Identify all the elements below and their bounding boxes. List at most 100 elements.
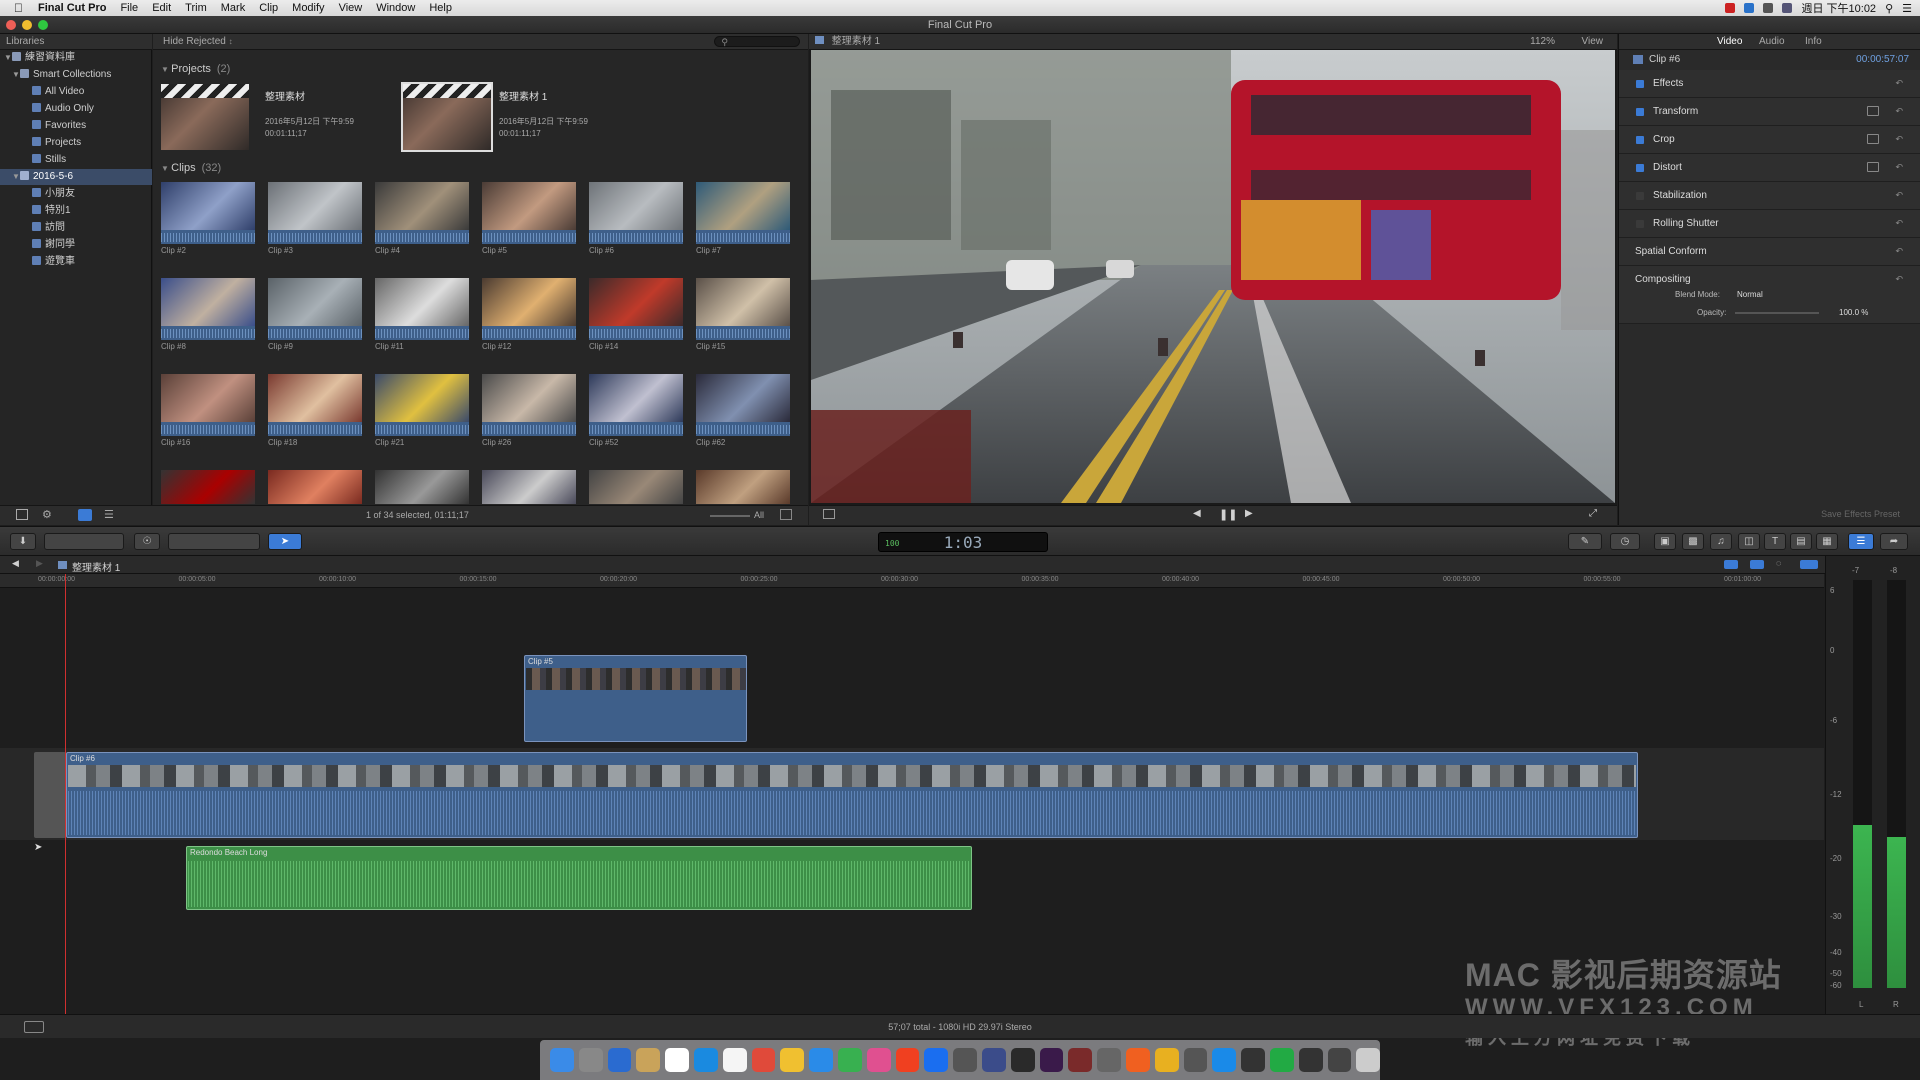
- sidebar-item-favorites[interactable]: Favorites: [32, 118, 86, 134]
- tray-app-icon[interactable]: [1744, 3, 1755, 13]
- previous-frame-icon[interactable]: ◀: [1193, 508, 1201, 519]
- clip-thumbnail[interactable]: [268, 470, 362, 504]
- clip-item[interactable]: Clip #7: [696, 182, 790, 258]
- video-frame[interactable]: [811, 50, 1615, 503]
- dashboard-timecode[interactable]: 100 1:03: [878, 532, 1048, 552]
- dock-app-icon[interactable]: [866, 1048, 891, 1072]
- distort-checkbox[interactable]: [1636, 164, 1644, 172]
- tab-video[interactable]: Video: [1717, 34, 1742, 50]
- keyword-rating-buttons[interactable]: [44, 533, 124, 550]
- dock-app-icon[interactable]: [981, 1048, 1006, 1072]
- tab-info[interactable]: Info: [1805, 34, 1822, 50]
- sidebar-item-event-2016-5-6[interactable]: ▼ 2016-5-6: [0, 169, 152, 185]
- tray-flag-icon[interactable]: [1782, 3, 1793, 13]
- opacity-slider[interactable]: [1735, 312, 1819, 314]
- chevron-updown-icon[interactable]: ↕: [229, 37, 233, 46]
- project-card[interactable]: 整理素材 2016年5月12日 下午9:59 00:01:11;17: [161, 84, 361, 150]
- inspector-toggle-icon[interactable]: ☰: [1848, 533, 1874, 550]
- clip-thumbnail[interactable]: [161, 278, 255, 326]
- clip-item[interactable]: Clip #3: [268, 182, 362, 258]
- viewer-options-icon[interactable]: [823, 509, 835, 519]
- generators-browser-icon[interactable]: ▤: [1790, 533, 1812, 550]
- clip-thumbnail[interactable]: [696, 470, 790, 504]
- dock-app-icon[interactable]: [924, 1048, 949, 1072]
- pause-icon[interactable]: ❚❚: [1219, 508, 1237, 521]
- inspector-row-compositing[interactable]: Compositing ↶ Blend Mode: Normal Opacity:…: [1619, 266, 1920, 324]
- menubar-clock[interactable]: 週日 下午10:02: [1801, 0, 1876, 16]
- dock-app-icon[interactable]: [1010, 1048, 1035, 1072]
- gear-icon[interactable]: ⚙: [42, 508, 52, 521]
- app-menu[interactable]: Final Cut Pro: [38, 2, 106, 14]
- clip-thumbnail[interactable]: [589, 374, 683, 422]
- sidebar-item-keyword[interactable]: 遊覽車: [32, 254, 75, 270]
- clip-thumbnail[interactable]: [696, 182, 790, 230]
- inspector-row-spatial-conform[interactable]: Spatial Conform ↶: [1619, 238, 1920, 266]
- apple-menu-icon[interactable]: : [14, 1, 28, 15]
- clip-thumbnail[interactable]: [696, 374, 790, 422]
- library-root[interactable]: ▼ 練習資料庫: [4, 50, 152, 66]
- back-arrow-icon[interactable]: ◀: [12, 558, 19, 569]
- dock-app-icon[interactable]: [607, 1048, 632, 1072]
- music-browser-icon[interactable]: ♫: [1710, 533, 1732, 550]
- reset-icon[interactable]: ↶: [1895, 190, 1903, 201]
- dock-app-icon[interactable]: [1241, 1048, 1265, 1072]
- disclosure-icon[interactable]: ▼: [161, 164, 171, 173]
- inspector-row-effects[interactable]: Effects ↶: [1619, 70, 1920, 98]
- effects-browser-icon[interactable]: ▣: [1654, 533, 1676, 550]
- titles-browser-icon[interactable]: T: [1764, 533, 1786, 550]
- filmstrip-view-icon[interactable]: [78, 509, 92, 521]
- crop-onscreen-icon[interactable]: [1867, 134, 1879, 144]
- clip-thumbnail[interactable]: [268, 182, 362, 230]
- project-thumbnail[interactable]: [401, 82, 493, 152]
- menu-trim[interactable]: Trim: [185, 2, 207, 14]
- disclosure-icon[interactable]: ▼: [4, 50, 12, 66]
- clip-item[interactable]: Clip #26: [482, 374, 576, 450]
- view-menu[interactable]: View: [1582, 34, 1604, 50]
- dock-app-icon[interactable]: [550, 1048, 574, 1072]
- reset-icon[interactable]: ↶: [1895, 274, 1903, 285]
- edit-buttons[interactable]: [168, 533, 260, 550]
- tray-record-icon[interactable]: [1725, 3, 1736, 13]
- sidebar-item-keyword[interactable]: 特別1: [32, 203, 71, 219]
- select-tool-icon[interactable]: ➤: [268, 533, 302, 550]
- stabilization-checkbox[interactable]: [1636, 192, 1644, 200]
- sidebar-item-all-video[interactable]: All Video: [32, 84, 84, 100]
- solo-icon[interactable]: [1750, 560, 1764, 569]
- dock-app-icon[interactable]: [722, 1048, 747, 1072]
- reset-icon[interactable]: ↶: [1895, 134, 1903, 145]
- hide-rejected-dropdown[interactable]: Hide Rejected: [163, 36, 226, 47]
- inspector-row-distort[interactable]: Distort ↶: [1619, 154, 1920, 182]
- clip-item[interactable]: Clip #12: [482, 278, 576, 354]
- dock-app-icon[interactable]: [953, 1048, 977, 1072]
- clip-thumbnail[interactable]: [268, 374, 362, 422]
- rolling-shutter-checkbox[interactable]: [1636, 220, 1644, 228]
- playhead[interactable]: [65, 574, 66, 1014]
- next-frame-icon[interactable]: ▶: [1245, 508, 1253, 519]
- timeline-zoom-slider[interactable]: [1800, 560, 1818, 569]
- menu-window[interactable]: Window: [376, 2, 415, 14]
- dock-app-icon[interactable]: [1269, 1048, 1294, 1072]
- clip-item[interactable]: Clip #2: [161, 182, 255, 258]
- effects-checkbox[interactable]: [1636, 80, 1644, 88]
- project-thumbnail[interactable]: [161, 84, 249, 150]
- zoom-dropdown[interactable]: 112%: [1530, 34, 1555, 50]
- clip-thumbnail[interactable]: [375, 182, 469, 230]
- tab-audio[interactable]: Audio: [1759, 34, 1785, 50]
- clip-item[interactable]: Clip #5: [482, 182, 576, 258]
- audio-skim-icon[interactable]: [1724, 560, 1738, 569]
- sidebar-item-keyword[interactable]: 小朋友: [32, 186, 75, 202]
- menu-mark[interactable]: Mark: [221, 2, 245, 14]
- sidebar-item-keyword[interactable]: 謝同學: [32, 237, 75, 253]
- clip-thumbnail[interactable]: [375, 470, 469, 504]
- clip-item[interactable]: Clip #4: [375, 182, 469, 258]
- dock-app-icon[interactable]: [1068, 1048, 1093, 1072]
- tray-wifi-icon[interactable]: [1763, 3, 1774, 13]
- dock-app-icon[interactable]: [837, 1048, 862, 1072]
- clip-item[interactable]: Clip #6: [589, 182, 683, 258]
- sidebar-item-stills[interactable]: Stills: [32, 152, 66, 168]
- disclosure-icon[interactable]: ▼: [12, 169, 20, 185]
- dock-app-icon[interactable]: [780, 1048, 805, 1072]
- snapping-icon[interactable]: ◌: [1776, 558, 1781, 568]
- timeline-index-icon[interactable]: [24, 1021, 44, 1033]
- clip-thumbnail[interactable]: [268, 278, 362, 326]
